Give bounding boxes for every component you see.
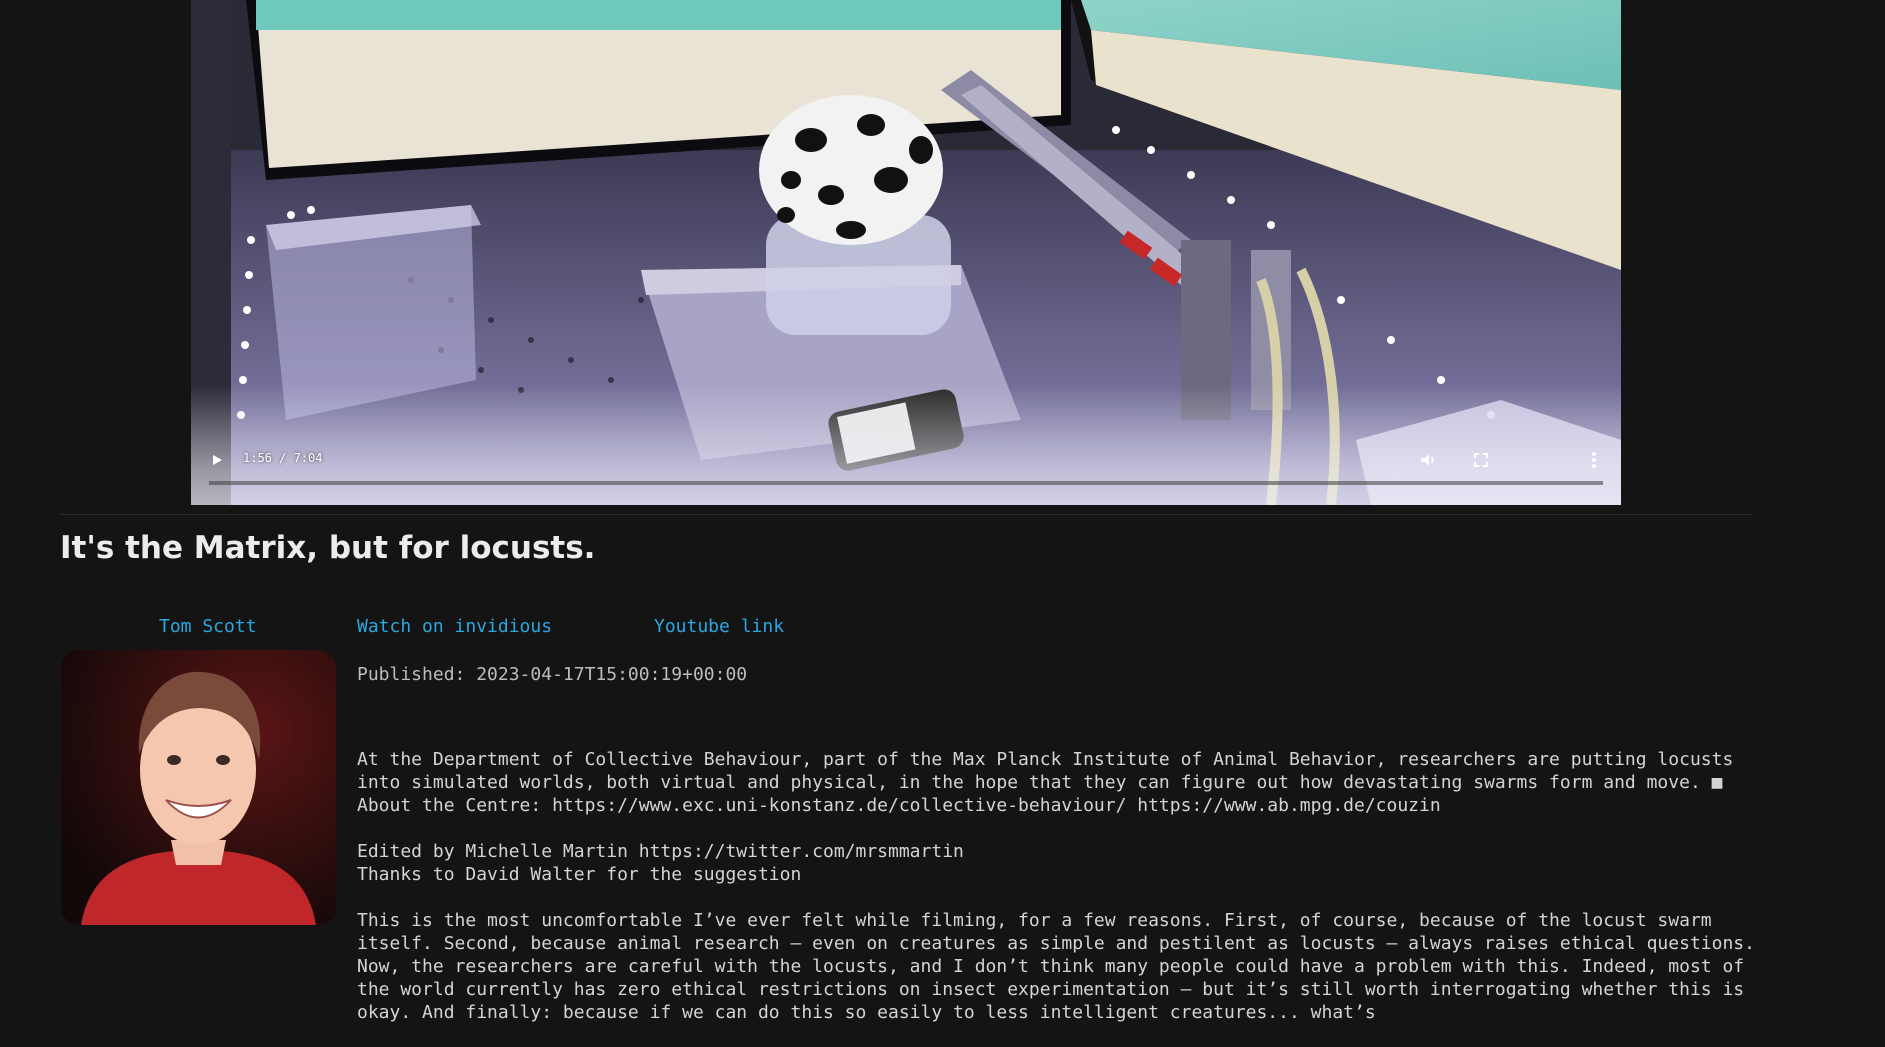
fullscreen-icon [1474, 453, 1488, 467]
youtube-link[interactable]: Youtube link [654, 616, 784, 637]
video-controls: 1:56 / 7:04 [191, 435, 1621, 505]
channel-avatar[interactable] [61, 650, 336, 925]
published-date: Published: 2023-04-17T15:00:19+00:00 [357, 664, 748, 685]
channel-link[interactable]: Tom Scott [159, 616, 257, 637]
video-player[interactable]: 1:56 / 7:04 [191, 0, 1621, 505]
fullscreen-button[interactable] [1468, 447, 1494, 473]
video-description: At the Department of Collective Behaviou… [357, 748, 1757, 1047]
avatar-image [61, 650, 336, 925]
more-options-button[interactable] [1581, 447, 1607, 473]
page-title: It's the Matrix, but for locusts. [60, 530, 596, 566]
volume-button[interactable] [1415, 447, 1441, 473]
invidious-link[interactable]: Watch on invidious [357, 616, 552, 637]
divider [60, 514, 1753, 515]
play-button[interactable] [204, 447, 230, 473]
volume-icon [1421, 454, 1434, 466]
more-options-icon [1592, 452, 1596, 468]
play-icon [213, 455, 222, 465]
seek-bar[interactable] [209, 481, 1603, 485]
description-paragraph: Edited by Michelle Martin https://twitte… [357, 841, 964, 885]
description-paragraph: At the Department of Collective Behaviou… [357, 749, 1745, 816]
description-paragraph: This is the most uncomfortable I’ve ever… [357, 910, 1766, 1023]
time-display: 1:56 / 7:04 [243, 451, 323, 465]
